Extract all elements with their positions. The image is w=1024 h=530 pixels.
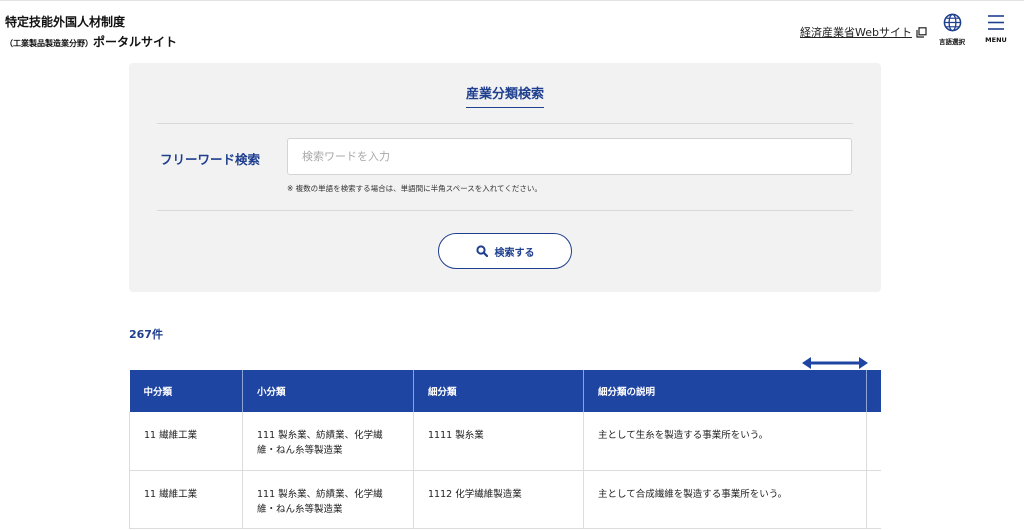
globe-icon bbox=[934, 13, 970, 32]
site-title-line2: （工業製品製造業分野）ポータルサイト bbox=[5, 33, 177, 52]
table-cell: 11 繊維工業 bbox=[129, 470, 243, 529]
column-header: 小分類 bbox=[242, 370, 414, 412]
search-button[interactable]: 検索する bbox=[438, 233, 572, 269]
meti-website-link-label: 経済産業省Webサイト bbox=[800, 26, 912, 39]
panel-title: 産業分類検索 bbox=[465, 83, 544, 108]
freeword-search-input[interactable] bbox=[287, 138, 852, 175]
table-cell: 主として合成繊維を製造する事業所をいう。 bbox=[583, 470, 867, 529]
table-cell: 主として生糸を製造する事業所をいう。 bbox=[583, 412, 867, 471]
search-icon bbox=[475, 242, 488, 261]
table-cell: 1111 製糸業 bbox=[413, 412, 584, 471]
top-border bbox=[0, 0, 1024, 1]
column-header: 細分類 bbox=[413, 370, 584, 412]
site-title[interactable]: 特定技能外国人材制度 （工業製品製造業分野）ポータルサイト bbox=[5, 14, 177, 52]
table-cell: 1112 化学繊維製造業 bbox=[413, 470, 584, 529]
freeword-label: フリーワード検索 bbox=[160, 152, 261, 167]
column-header: 中分類 bbox=[129, 370, 243, 412]
menu-button[interactable]: MENU bbox=[980, 13, 1012, 44]
site-title-portal: ポータルサイト bbox=[93, 35, 178, 49]
search-button-label: 検索する bbox=[494, 247, 535, 259]
horizontal-scroll-arrow-icon bbox=[801, 355, 869, 371]
results-table-scroll[interactable]: 中分類 小分類 細分類 細分類の説明 細 11 繊維工業 111 製糸業、紡績業… bbox=[129, 370, 881, 530]
search-note: ※ 複数の単語を検索する場合は、単語間に半角スペースを入れてください。 bbox=[287, 184, 542, 193]
column-header: 細 bbox=[866, 370, 881, 412]
language-select-label: 言語選択 bbox=[939, 38, 965, 46]
divider-top bbox=[157, 123, 853, 124]
column-header: 細分類の説明 bbox=[583, 370, 867, 412]
meti-website-link[interactable]: 経済産業省Webサイト bbox=[800, 24, 927, 40]
external-link-icon bbox=[916, 26, 927, 38]
results-table: 中分類 小分類 細分類 細分類の説明 細 11 繊維工業 111 製糸業、紡績業… bbox=[129, 370, 881, 529]
table-row: 11 繊維工業 111 製糸業、紡績業、化学繊維・ねん糸等製造業 1111 製糸… bbox=[129, 412, 881, 471]
table-row: 11 繊維工業 111 製糸業、紡績業、化学繊維・ねん糸等製造業 1112 化学… bbox=[129, 470, 881, 529]
table-cell: 111 製糸業、紡績業、化学繊維・ねん糸等製造業 bbox=[242, 470, 414, 529]
result-count: 267件 bbox=[129, 328, 163, 341]
table-cell: 絹糸 bbox=[866, 412, 881, 471]
site-title-line1: 特定技能外国人材制度 bbox=[5, 15, 126, 29]
divider-bottom bbox=[157, 210, 853, 211]
table-cell: 11 繊維工業 bbox=[129, 412, 243, 471]
table-header-row: 中分類 小分類 細分類 細分類の説明 細 bbox=[129, 370, 881, 412]
language-select-button[interactable]: 言語選択 bbox=[934, 13, 970, 46]
site-title-sector: （工業製品製造業分野） bbox=[5, 39, 93, 48]
menu-label: MENU bbox=[985, 36, 1007, 44]
hamburger-icon bbox=[980, 13, 1012, 32]
table-cell: 111 製糸業、紡績業、化学繊維・ねん糸等製造業 bbox=[242, 412, 414, 471]
table-cell: ビ bbox=[866, 470, 881, 529]
panel-title-wrap: 産業分類検索 bbox=[129, 83, 881, 108]
industry-search-panel: 産業分類検索 フリーワード検索 ※ 複数の単語を検索する場合は、単語間に半角スペ… bbox=[129, 63, 881, 292]
